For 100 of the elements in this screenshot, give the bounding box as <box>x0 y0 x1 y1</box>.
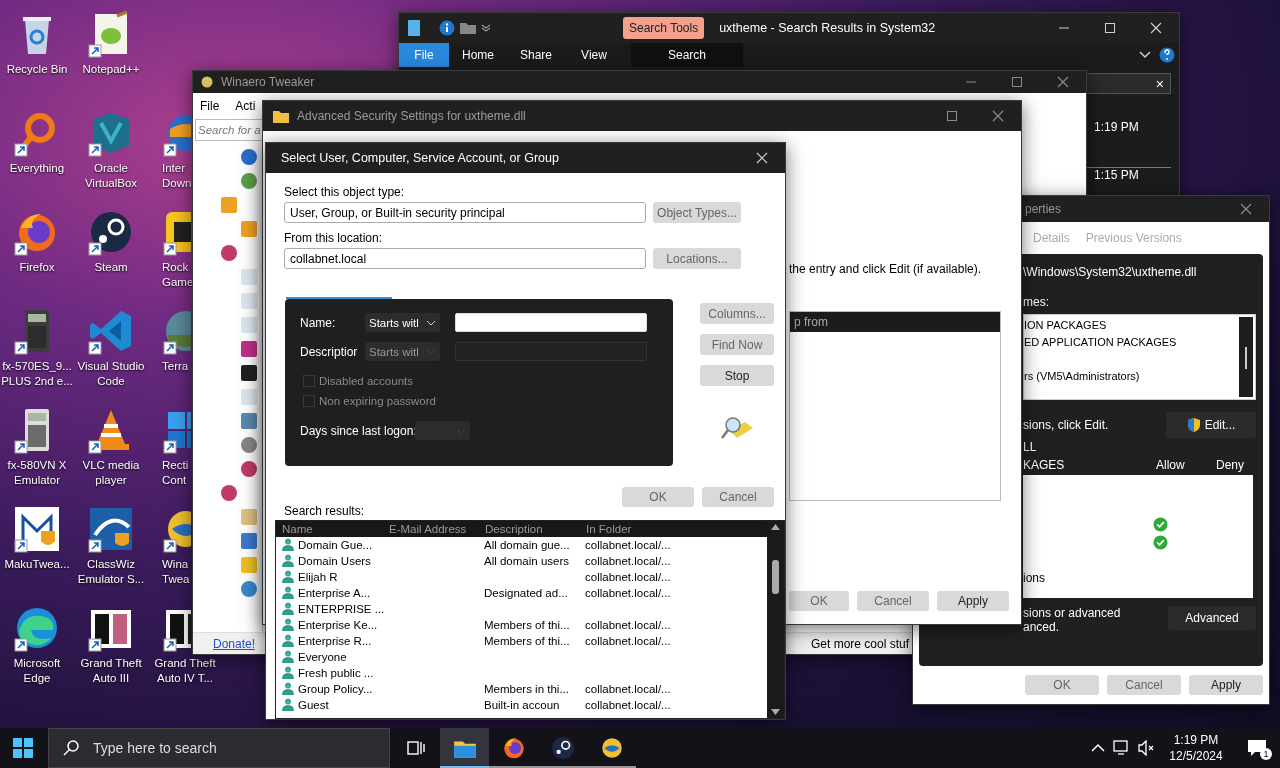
table-cell[interactable]: Enterprise R... <box>298 635 388 647</box>
file-explorer-button[interactable] <box>440 728 489 768</box>
desktop-icon-label[interactable]: VLC media player <box>73 458 149 488</box>
desktop-icon-label[interactable]: Grand Theft Auto IV T... <box>147 656 223 686</box>
dialog-button[interactable]: Apply <box>1189 675 1263 695</box>
desktop-icon-label[interactable]: Microsoft Edge <box>0 656 75 686</box>
side-button[interactable]: Stop <box>700 365 774 386</box>
search-field[interactable]: × <box>1086 73 1171 94</box>
shield-icon <box>1186 417 1201 433</box>
maximize-icon[interactable] <box>1011 76 1023 88</box>
search-bar[interactable]: Type here to search <box>48 728 390 768</box>
search-field[interactable]: Type here to search <box>91 739 351 757</box>
maximize-icon[interactable] <box>1104 22 1116 34</box>
table-cell-text: collabnet.local/... <box>585 635 672 647</box>
group-item[interactable]: ED APPLICATION PACKAGES <box>1024 334 1255 351</box>
start-icon[interactable] <box>13 738 33 758</box>
dropdown-icon[interactable] <box>481 23 491 33</box>
group-icon <box>281 682 295 696</box>
desktop-icon-label[interactable]: MakuTwea... <box>0 557 75 572</box>
desktop-icon-label[interactable]: Firefox <box>0 260 75 275</box>
desktop-icon-label[interactable]: Everything <box>0 161 75 176</box>
desktop-icon-label[interactable]: Terra <box>162 359 194 374</box>
clear-button[interactable]: × <box>1155 75 1164 92</box>
notification-icon[interactable] <box>1247 739 1267 757</box>
table-cell[interactable]: Group Policy... <box>298 683 388 695</box>
desktop-icon-label[interactable]: Wina Twea <box>162 557 194 587</box>
desktop-icon-label[interactable]: Recti Cont <box>162 458 194 488</box>
scrollbar[interactable] <box>1239 317 1253 397</box>
object-type-field[interactable]: User, Group, or Built-in security principal <box>284 202 646 223</box>
ribbon-tab[interactable]: Home <box>449 43 507 67</box>
table-cell[interactable]: Fresh public ... <box>298 667 388 679</box>
dialog-button[interactable]: Apply <box>937 591 1009 611</box>
column-header[interactable]: E-Mail Address <box>389 523 485 535</box>
group-item[interactable]: rs (VM5\Administrators) <box>1024 368 1255 385</box>
table-cell[interactable]: Enterprise A... <box>298 587 388 599</box>
desktop-icon-label[interactable]: fx-580VN X Emulator <box>0 458 75 488</box>
column-header[interactable]: Description <box>485 523 586 535</box>
desktop-icon-label[interactable]: fx-570ES_9... PLUS 2nd e... <box>0 359 75 389</box>
name-field[interactable] <box>455 313 647 332</box>
close-icon[interactable] <box>1057 76 1069 88</box>
desktop-icon-label[interactable]: Inter Down <box>162 161 194 191</box>
desktop-icon-label[interactable]: Rock Game <box>162 260 194 290</box>
table-cell[interactable]: Enterprise Ke... <box>298 619 388 631</box>
desktop-icon-label[interactable]: Grand Theft Auto III <box>73 656 149 686</box>
tree-item-icon[interactable] <box>241 173 257 189</box>
desktop-icon-label[interactable]: ClassWiz Emulator S... <box>73 557 149 587</box>
task-view-icon[interactable] <box>407 740 425 756</box>
table-cell[interactable]: Guest <box>298 699 388 711</box>
speaker-icon[interactable] <box>1137 740 1155 756</box>
tree-item-icon[interactable] <box>221 245 237 261</box>
desktop-icon-label[interactable]: Recycle Bin <box>0 62 75 77</box>
desktop-icon-label[interactable]: Oracle VirtualBox <box>73 161 149 191</box>
app-icon[interactable] <box>87 505 135 553</box>
tree-item-icon[interactable] <box>241 581 257 597</box>
close-icon[interactable] <box>992 110 1004 122</box>
table-cell[interactable]: Domain Users <box>298 555 388 567</box>
donate-link[interactable]: Donate! <box>213 636 256 651</box>
context-tab-label[interactable]: Search Tools <box>623 17 705 39</box>
table-cell[interactable]: Elijah R <box>298 571 388 583</box>
folder-icon[interactable] <box>459 21 477 35</box>
column-header[interactable]: Name <box>282 523 389 535</box>
tree-item-icon[interactable] <box>241 461 257 477</box>
desktop-icon-label[interactable]: Notepad++ <box>73 62 149 77</box>
chevron-up-icon[interactable] <box>1091 743 1105 753</box>
edit-button[interactable]: Edit... <box>1166 412 1256 438</box>
advanced-button[interactable]: Advanced <box>1168 606 1256 630</box>
tree-item-icon[interactable] <box>221 485 237 501</box>
scroll-thumb[interactable] <box>772 560 779 594</box>
shield-icon[interactable] <box>13 505 61 553</box>
group-icon <box>281 586 295 600</box>
table-cell[interactable]: ENTERPRISE ... <box>298 603 388 615</box>
close-icon[interactable] <box>1150 22 1162 34</box>
search-field[interactable]: Search for a <box>195 119 263 141</box>
tree-item-icon[interactable] <box>241 149 257 165</box>
network-icon[interactable] <box>1113 740 1131 756</box>
menu-item[interactable]: Acti <box>235 99 256 113</box>
ribbon-tab[interactable]: File <box>399 43 449 67</box>
disc-icon[interactable] <box>549 735 576 761</box>
ribbon-tab[interactable]: View <box>565 43 623 67</box>
group-item[interactable]: ION PACKAGES <box>1024 317 1255 334</box>
close-icon[interactable] <box>756 152 768 164</box>
info-icon[interactable] <box>439 20 455 36</box>
column-header[interactable]: In Folder <box>586 523 767 535</box>
notebook-icon[interactable] <box>407 19 421 37</box>
menu-item[interactable]: File <box>200 99 220 113</box>
ribbon-tab[interactable]: Share <box>507 43 565 67</box>
desktop-icon-label[interactable]: Visual Studio Code <box>73 359 149 389</box>
location-field[interactable]: collabnet.local <box>284 248 646 269</box>
maximize-icon[interactable] <box>946 110 958 122</box>
scroll-up-icon[interactable] <box>771 524 780 530</box>
scrollbar[interactable] <box>767 521 784 718</box>
table-cell[interactable]: Everyone <box>298 651 388 663</box>
scroll-down-icon[interactable] <box>771 709 780 715</box>
clock[interactable]: 1:19 PM 12/5/2024 <box>1158 728 1234 768</box>
match-dropdown[interactable]: Starts witl <box>365 313 440 332</box>
table-cell[interactable]: Domain Gue... <box>298 539 388 551</box>
ribbon-tab[interactable]: Search <box>631 43 743 67</box>
close-icon[interactable] <box>1240 203 1252 215</box>
desktop-icon-label[interactable]: Steam <box>73 260 149 275</box>
tree-item-icon[interactable] <box>241 437 257 453</box>
